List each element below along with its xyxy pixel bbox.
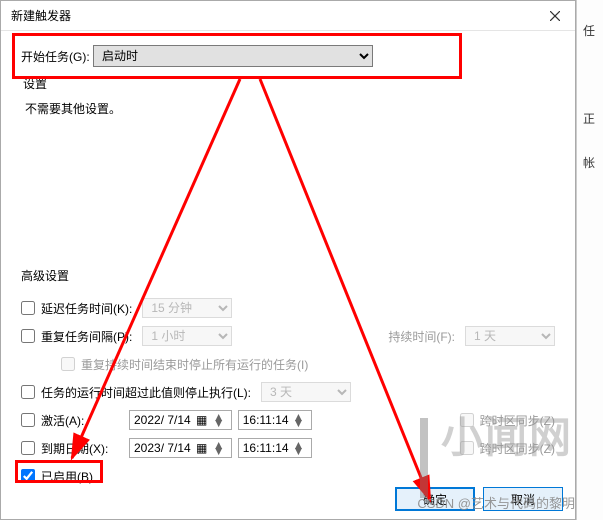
repeat-label: 重复任务间隔(P): [41,328,132,345]
repeat-row: 重复任务间隔(P): 1 小时 持续时间(F): 1 天 [21,322,555,350]
right-column-snippet: 任 正 帐 [576,0,603,520]
stop-after-row: 任务的运行时间超过此值则停止执行(L): 3 天 [21,378,555,406]
button-bar: 确定 取消 [395,479,563,519]
begin-task-row: 开始任务(G): 启动时 [21,45,555,67]
activate-row: 激活(A): 2022/ 7/14 ▦ ▲▼ 16:11:14 ▲▼ 跨时区同步… [21,406,555,434]
expire-row: 到期日期(X): 2023/ 7/14 ▦ ▲▼ 16:11:14 ▲▼ 跨时区… [21,434,555,462]
expire-date-field[interactable]: 2023/ 7/14 ▦ ▲▼ [129,438,232,458]
stop-after-checkbox[interactable] [21,385,35,399]
spinner-icon: ▲▼ [213,442,227,454]
dialog-title: 新建触发器 [11,7,71,24]
repeat-checkbox[interactable] [21,329,35,343]
begin-task-select[interactable]: 启动时 [93,45,373,67]
advanced-section: 高级设置 延迟任务时间(K): 15 分钟 重复任务间隔(P): 1 小时 持续… [21,267,555,490]
repeat-duration-select[interactable]: 1 天 [465,326,555,346]
activate-label: 激活(A): [41,412,119,429]
settings-message: 不需要其他设置。 [25,100,555,117]
delay-checkbox[interactable] [21,301,35,315]
repeat-interval-select[interactable]: 1 小时 [142,326,232,346]
close-button[interactable] [535,1,575,31]
calendar-icon: ▦ [195,441,209,455]
begin-task-label: 开始任务(G): [21,48,93,65]
repeat-stop-checkbox [61,357,75,371]
delay-value-select[interactable]: 15 分钟 [142,298,232,318]
activate-sync-checkbox [460,413,474,427]
activate-time-field[interactable]: 16:11:14 ▲▼ [238,410,312,430]
expire-label: 到期日期(X): [41,440,119,457]
dialog-content: 开始任务(G): 启动时 设置 不需要其他设置。 高级设置 延迟任务时间(K):… [1,31,575,500]
close-icon [550,11,560,21]
delay-row: 延迟任务时间(K): 15 分钟 [21,294,555,322]
stop-after-label: 任务的运行时间超过此值则停止执行(L): [41,384,251,401]
calendar-icon: ▦ [195,413,209,427]
expire-time-field[interactable]: 16:11:14 ▲▼ [238,438,312,458]
cancel-button[interactable]: 取消 [483,487,563,511]
repeat-stop-row: 重复持续时间结束时停止所有运行的任务(I) [21,350,555,378]
activate-sync-label: 跨时区同步(Z) [480,412,555,429]
advanced-title: 高级设置 [21,267,555,288]
stop-after-select[interactable]: 3 天 [261,382,351,402]
expire-sync-checkbox [460,441,474,455]
activate-date-field[interactable]: 2022/ 7/14 ▦ ▲▼ [129,410,232,430]
enabled-label: 已启用(B) [41,468,93,485]
repeat-duration-label: 持续时间(F): [388,328,455,345]
ok-button[interactable]: 确定 [395,487,475,511]
titlebar: 新建触发器 [1,1,575,31]
spinner-icon: ▲▼ [293,442,307,454]
enabled-checkbox[interactable] [21,469,35,483]
expire-sync-label: 跨时区同步(Z) [480,440,555,457]
delay-label: 延迟任务时间(K): [41,300,132,317]
new-trigger-dialog: 新建触发器 开始任务(G): 启动时 设置 不需要其他设置。 高级设置 延迟任务… [0,0,576,520]
repeat-stop-label: 重复持续时间结束时停止所有运行的任务(I) [81,356,308,373]
spinner-icon: ▲▼ [293,414,307,426]
activate-checkbox[interactable] [21,413,35,427]
settings-section-label: 设置 [23,75,555,92]
spinner-icon: ▲▼ [213,414,227,426]
expire-checkbox[interactable] [21,441,35,455]
